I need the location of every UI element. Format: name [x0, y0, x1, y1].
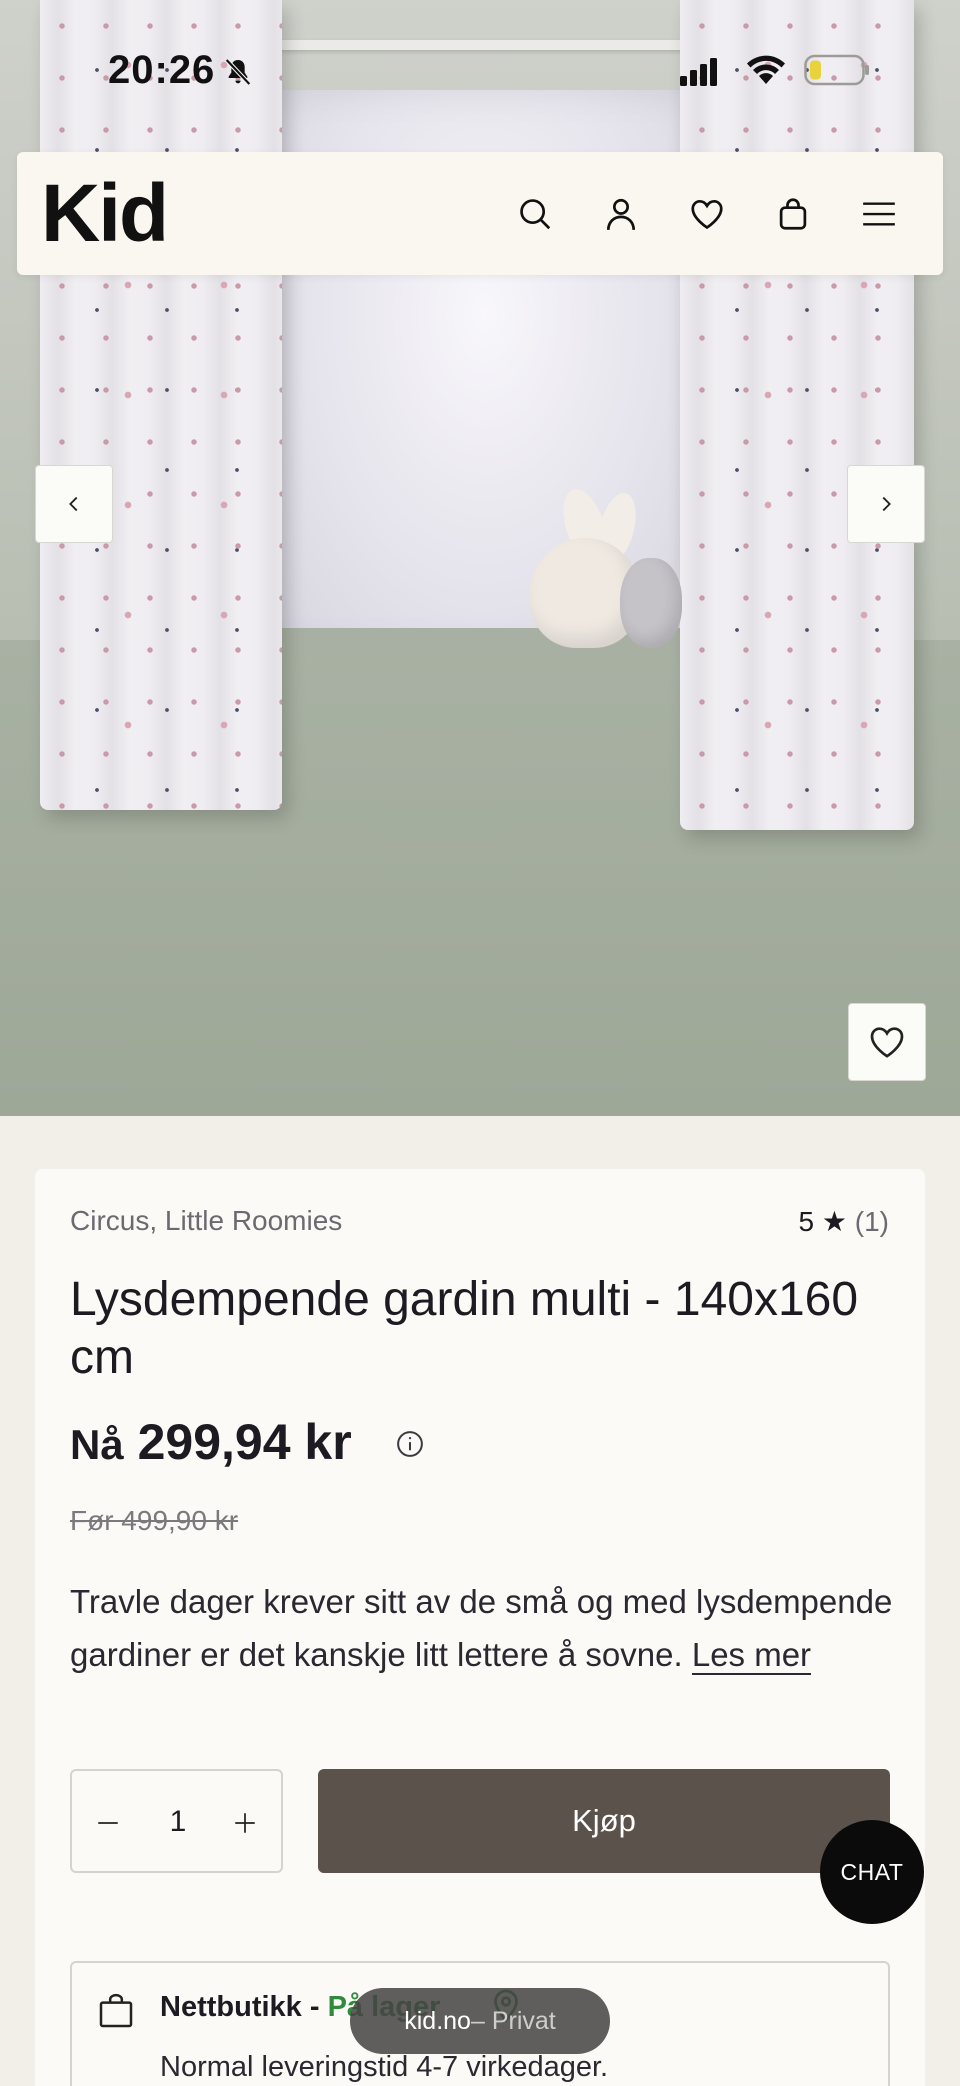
cart-bag-icon	[779, 198, 807, 230]
hamburger-menu-icon	[863, 202, 895, 226]
search-button[interactable]	[509, 188, 561, 240]
rating-score: 5 ★	[798, 1206, 847, 1237]
site-header: Kid	[17, 152, 943, 275]
kid-logo[interactable]: Kid	[41, 170, 169, 258]
gallery-prev-button[interactable]	[35, 465, 113, 543]
quantity-stepper: 1	[70, 1769, 283, 1873]
quantity-increase-button[interactable]	[223, 1801, 267, 1845]
gallery-next-button[interactable]	[847, 465, 925, 543]
browsing-mode: – Privat	[470, 2006, 556, 2035]
menu-button[interactable]	[853, 188, 905, 240]
info-icon[interactable]	[395, 1429, 425, 1459]
account-button[interactable]	[595, 188, 647, 240]
wishlist-heart-icon	[691, 199, 723, 230]
rating-count: (1)	[854, 1206, 889, 1237]
browser-url-pill[interactable]: kid.no – Privat	[350, 1988, 610, 2054]
search-icon	[520, 199, 551, 230]
heart-icon	[870, 1027, 904, 1058]
old-price: Før 499,90 kr	[70, 1505, 239, 1536]
shopping-bag-icon	[99, 1993, 133, 2028]
delivery-lead-time: Normal leveringstid 4-7 virkedager.	[160, 2051, 609, 2083]
status-time: 20:26	[108, 48, 216, 92]
plus-icon	[235, 1813, 255, 1833]
price-prefix: Nå	[70, 1421, 124, 1468]
product-description: Travle dager krever sitt av de små og me…	[70, 1575, 900, 1681]
status-bar: 20:26	[0, 0, 960, 140]
cellular-signal-icon	[680, 58, 717, 86]
chevron-left-icon	[69, 496, 78, 512]
minus-icon	[98, 1822, 118, 1824]
add-to-favorites-button[interactable]	[848, 1003, 926, 1081]
product-rating[interactable]: 5 ★ (1)	[799, 1205, 889, 1238]
current-price: Nå 299,94 kr	[70, 1413, 352, 1471]
quantity-decrease-button[interactable]	[86, 1801, 130, 1845]
chevron-right-icon	[882, 496, 891, 512]
cart-button[interactable]	[767, 188, 819, 240]
quantity-value[interactable]: 1	[152, 1805, 204, 1839]
product-card: Circus, Little Roomies 5 ★ (1) Lysdempen…	[35, 1169, 925, 2086]
price-amount: 299,94 kr	[137, 1414, 352, 1470]
product-title: Lysdempende gardin multi - 140x160 cm	[70, 1273, 859, 1384]
url-domain: kid.no	[404, 2006, 471, 2035]
bell-muted-icon	[225, 58, 251, 86]
wishlist-button[interactable]	[681, 188, 733, 240]
plush-toys	[530, 483, 682, 648]
product-brand[interactable]: Circus, Little Roomies	[70, 1205, 342, 1237]
channel-label: Nettbutikk -	[160, 1991, 328, 2023]
chat-button[interactable]: CHAT	[820, 1820, 924, 1924]
account-icon	[606, 198, 636, 230]
read-more-link[interactable]: Les mer	[691, 1636, 812, 1675]
wifi-icon	[747, 55, 785, 84]
buy-button[interactable]: Kjøp	[318, 1769, 890, 1873]
battery-icon	[804, 54, 869, 86]
small-bunny	[620, 558, 682, 648]
